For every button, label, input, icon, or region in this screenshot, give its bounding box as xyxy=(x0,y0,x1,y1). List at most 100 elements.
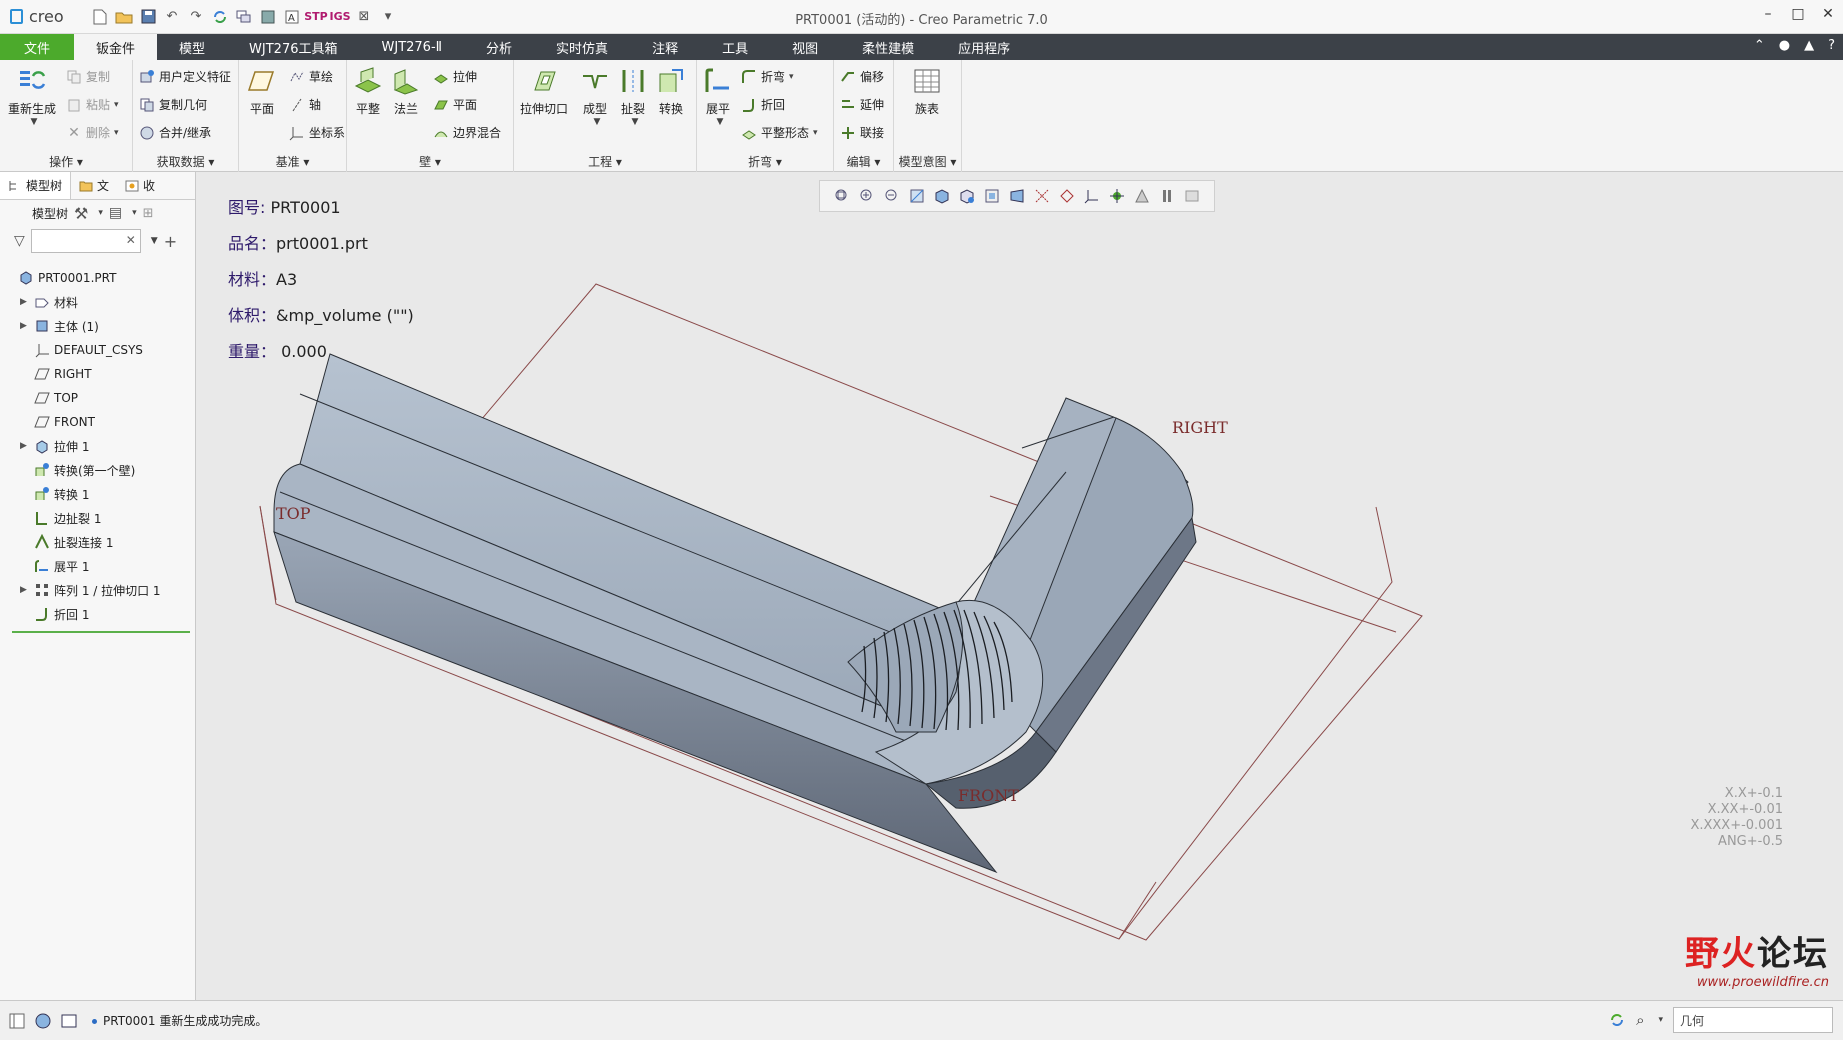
tab-sheetmetal[interactable]: 钣金件 xyxy=(74,34,158,60)
group-bends-label[interactable]: 折弯 ▾ xyxy=(697,153,833,170)
tab-model-tree[interactable]: 模型树 xyxy=(0,172,72,199)
tab-favorites[interactable]: 收 xyxy=(117,172,163,199)
save-icon[interactable] xyxy=(138,7,158,27)
graphics-window[interactable]: 图号: PRT0001 品名：prt0001.prt 材料：A3 体积：&mp_… xyxy=(196,172,1843,1000)
part-model-view[interactable] xyxy=(196,172,1843,1000)
extend-button[interactable]: 延伸 xyxy=(840,96,884,113)
tree-item[interactable]: FRONT xyxy=(0,410,195,434)
group-operations-label[interactable]: 操作 ▾ xyxy=(0,153,132,170)
collapse-ribbon-icon[interactable]: ⌃ xyxy=(1754,38,1765,53)
join-button[interactable]: 联接 xyxy=(840,124,884,141)
close-window-icon[interactable] xyxy=(258,7,278,27)
axis-button[interactable]: 轴 xyxy=(289,96,321,113)
maximize-icon[interactable]: □ xyxy=(1789,6,1807,26)
offset-button[interactable]: 偏移 xyxy=(840,68,884,85)
browser-icon[interactable] xyxy=(34,1012,52,1030)
group-editing-label[interactable]: 编辑 ▾ xyxy=(834,153,893,170)
unbend-dropdown-icon[interactable]: ▼ xyxy=(717,117,724,127)
datum-label-front[interactable]: FRONT xyxy=(958,786,1019,805)
open-icon[interactable] xyxy=(114,7,134,27)
group-engineering-label[interactable]: 工程 ▾ xyxy=(514,153,696,170)
selection-filter[interactable]: 几何 xyxy=(1673,1007,1833,1033)
form-dropdown-icon[interactable]: ▼ xyxy=(594,117,601,127)
full-screen-icon[interactable] xyxy=(60,1012,78,1030)
bend-button[interactable]: 折弯 ▾ xyxy=(741,68,794,85)
customize-qat-icon[interactable]: ▾ xyxy=(378,7,398,27)
annotation-icon[interactable]: A xyxy=(282,7,302,27)
clear-search-icon[interactable]: ✕ xyxy=(126,233,136,247)
tree-item[interactable]: 转换 1 xyxy=(0,482,195,506)
toggle-navigator-icon[interactable] xyxy=(8,1012,26,1030)
tab-simulation[interactable]: 实时仿真 xyxy=(534,34,630,60)
tab-file[interactable]: 文件 xyxy=(0,34,75,60)
extrude-cut-button[interactable]: 拉伸切口 xyxy=(520,66,568,117)
regenerate-dropdown-icon[interactable]: ▼ xyxy=(31,117,38,127)
add-filter-icon[interactable]: + xyxy=(164,232,177,251)
group-get-data-label[interactable]: 获取数据 ▾ xyxy=(133,153,238,170)
csys-button[interactable]: 坐标系 xyxy=(289,124,345,141)
community-icon[interactable]: ● xyxy=(1779,38,1790,53)
show-icon[interactable]: ▤ xyxy=(109,205,122,221)
learning-icon[interactable]: ▲ xyxy=(1804,38,1814,53)
datum-label-right[interactable]: RIGHT xyxy=(1172,418,1228,437)
tree-item[interactable]: ▶ 阵列 1 / 拉伸切口 1 xyxy=(0,578,195,602)
tree-item[interactable]: 转换(第一个壁) xyxy=(0,458,195,482)
datum-label-top[interactable]: TOP xyxy=(276,504,311,523)
expand-arrow-icon[interactable]: ▶ xyxy=(20,585,30,595)
tree-columns-icon[interactable]: ⊞ xyxy=(143,206,154,221)
tree-item[interactable]: PRT0001.PRT xyxy=(0,266,195,290)
tree-item[interactable]: ▶ 主体 (1) xyxy=(0,314,195,338)
regenerate-button[interactable]: 重新生成 ▼ xyxy=(8,66,56,127)
udf-button[interactable]: 用户定义特征 xyxy=(139,68,231,85)
sketch-button[interactable]: 草绘 xyxy=(289,68,333,85)
windows-icon[interactable] xyxy=(234,7,254,27)
sheetmetal-body[interactable] xyxy=(273,353,1197,874)
expand-arrow-icon[interactable]: ▶ xyxy=(20,441,30,451)
tab-wjt276-ii[interactable]: WJT276-Ⅱ xyxy=(360,34,465,60)
tree-item[interactable]: 边扯裂 1 xyxy=(0,506,195,530)
tab-model[interactable]: 模型 xyxy=(157,34,227,60)
planar-wall-button[interactable]: 平面 xyxy=(433,96,477,113)
tab-applications[interactable]: 应用程序 xyxy=(936,34,1032,60)
regenerate-icon[interactable] xyxy=(210,7,230,27)
copy-button[interactable]: 复制 xyxy=(66,68,110,85)
delete-button[interactable]: ✕ 删除 ▾ xyxy=(66,124,118,141)
tree-item[interactable]: 折回 1 xyxy=(0,602,195,626)
copy-geometry-button[interactable]: 复制几何 xyxy=(139,96,207,113)
convert-button[interactable]: 转换 xyxy=(656,66,686,117)
tab-annotate[interactable]: 注释 xyxy=(630,34,700,60)
search-options-icon[interactable]: ▼ xyxy=(151,236,158,246)
tree-search-input[interactable]: ✕ xyxy=(30,229,141,253)
tab-flexible-modeling[interactable]: 柔性建模 xyxy=(840,34,936,60)
bend-back-button[interactable]: 折回 xyxy=(741,96,785,113)
close-icon[interactable]: ⊠ xyxy=(354,7,374,27)
tab-wjt276-toolbox[interactable]: WJT276工具箱 xyxy=(227,34,359,60)
family-table-button[interactable]: 族表 xyxy=(912,66,942,117)
rip-button[interactable]: 扯裂 ▼ xyxy=(618,66,648,127)
redo-icon[interactable]: ↷ xyxy=(186,7,206,27)
group-model-intent-label[interactable]: 模型意图 ▾ xyxy=(894,153,961,170)
tree-item[interactable]: DEFAULT_CSYS xyxy=(0,338,195,362)
tab-tools[interactable]: 工具 xyxy=(700,34,770,60)
regen-status-icon[interactable] xyxy=(1608,1011,1626,1029)
filter-icon[interactable]: ▽ xyxy=(14,233,25,249)
tree-item[interactable]: ▶ 拉伸 1 xyxy=(0,434,195,458)
new-icon[interactable] xyxy=(90,7,110,27)
unbend-button[interactable]: 展平 ▼ xyxy=(703,66,733,127)
find-icon[interactable]: ⌕ xyxy=(1636,1011,1644,1029)
flange-button[interactable]: 法兰 xyxy=(391,66,421,117)
group-wall-label[interactable]: 壁 ▾ xyxy=(347,153,513,170)
flat-wall-button[interactable]: 平整 xyxy=(353,66,383,117)
boundary-blend-button[interactable]: 边界混合 xyxy=(433,124,501,141)
tree-item[interactable]: ▶ 材料 xyxy=(0,290,195,314)
datum-plane-button[interactable]: 平面 xyxy=(247,66,277,117)
stp-export-icon[interactable]: STP xyxy=(304,7,328,27)
window-close-icon[interactable]: ✕ xyxy=(1819,6,1837,26)
expand-arrow-icon[interactable]: ▶ xyxy=(20,321,30,331)
insert-here-indicator[interactable] xyxy=(12,631,190,633)
form-button[interactable]: 成型 ▼ xyxy=(580,66,610,127)
tree-item[interactable]: 扯裂连接 1 xyxy=(0,530,195,554)
tree-item[interactable]: RIGHT xyxy=(0,362,195,386)
undo-icon[interactable]: ↶ xyxy=(162,7,182,27)
minimize-icon[interactable]: – xyxy=(1759,6,1777,26)
